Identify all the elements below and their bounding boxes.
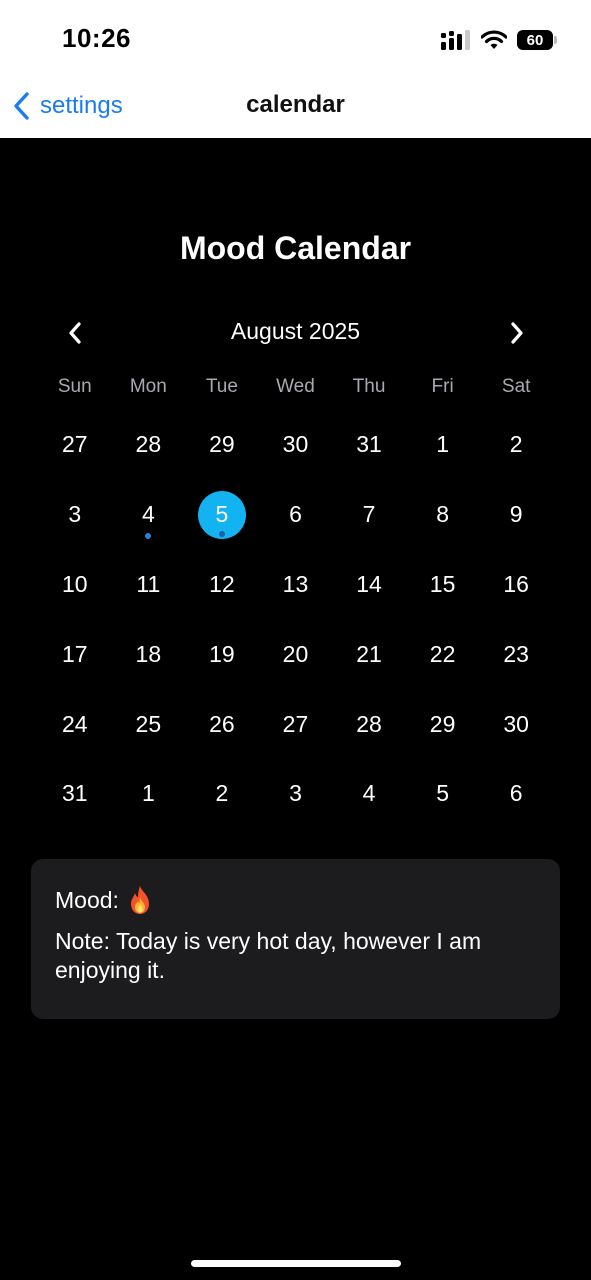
day-cell[interactable]: 2 [185,759,259,829]
day-cell[interactable]: 31 [38,759,112,829]
day-cell[interactable]: 2 [479,410,553,480]
nav-title: calendar [246,91,345,118]
day-cell[interactable]: 9 [479,480,553,550]
day-cell[interactable]: 20 [259,619,333,689]
weekday-label: Mon [129,376,167,397]
day-cell[interactable]: 3 [259,759,333,829]
week-row: 17 18 19 20 21 22 23 [38,619,553,689]
day-cell[interactable]: 5 [406,759,480,829]
weekday-label: Sun [57,376,92,397]
day-cell[interactable]: 28 [112,410,186,480]
day-cell[interactable]: 10 [38,550,112,620]
fire-emoji-icon [130,886,149,914]
chevron-right-icon [511,322,523,344]
day-cell[interactable]: 15 [406,550,480,620]
day-cell[interactable]: 29 [406,689,480,759]
mood-line: Mood: [55,885,153,915]
day-cell[interactable]: 16 [479,550,553,620]
day-cell[interactable]: 26 [185,689,259,759]
status-bar: 10:26 60 [0,0,591,75]
weekday-label: Wed [276,376,315,397]
day-cell[interactable]: 24 [38,689,112,759]
day-cell[interactable]: 4 [112,480,186,550]
weekday-label: Tue [205,376,238,397]
week-row: 27 28 29 30 31 1 2 [38,410,553,480]
day-cell[interactable]: 31 [332,410,406,480]
day-cell[interactable]: 30 [479,689,553,759]
day-cell[interactable]: 6 [259,480,333,550]
month-header: August 2025 [0,314,591,354]
day-cell-selected[interactable]: 5 [185,480,259,550]
battery-level: 60 [526,31,544,49]
day-cell[interactable]: 27 [259,689,333,759]
day-cell[interactable]: 3 [38,480,112,550]
day-cell[interactable]: 1 [112,759,186,829]
home-indicator[interactable] [191,1260,401,1267]
cellular-signal-icon [441,30,470,50]
page-title: Mood Calendar [179,230,412,266]
week-row: 31 1 2 3 4 5 6 [38,759,553,829]
weekday-header: Sun Mon Tue Wed Thu Fri Sat [38,376,553,398]
day-cell[interactable]: 4 [332,759,406,829]
day-cell[interactable]: 14 [332,550,406,620]
day-cell[interactable]: 30 [259,410,333,480]
main-content: Mood Calendar August 2025 Sun Mon Tue We… [0,138,591,1280]
day-cell[interactable]: 11 [112,550,186,620]
day-cell[interactable]: 21 [332,619,406,689]
week-row: 3 4 5 6 7 8 9 [38,480,553,550]
day-cell[interactable]: 18 [112,619,186,689]
navigation-bar: settings calendar [0,75,591,138]
calendar-grid: 27 28 29 30 31 1 2 3 4 5 6 7 8 9 10 11 1… [38,410,553,829]
day-cell[interactable]: 23 [479,619,553,689]
wifi-icon [481,30,507,49]
day-cell[interactable]: 7 [332,480,406,550]
day-cell[interactable]: 6 [479,759,553,829]
day-cell[interactable]: 13 [259,550,333,620]
entry-dot [218,530,225,537]
day-cell[interactable]: 27 [38,410,112,480]
day-cell[interactable]: 1 [406,410,480,480]
status-time: 10:26 [62,23,131,53]
day-cell[interactable]: 29 [185,410,259,480]
weekday-label: Fri [431,376,454,397]
day-cell[interactable]: 19 [185,619,259,689]
week-row: 24 25 26 27 28 29 30 [38,689,553,759]
mood-card: Mood: Note: Today is very hot day, howev… [31,859,560,1019]
next-month-button[interactable] [502,318,532,348]
entry-dot [145,532,152,539]
day-cell[interactable]: 17 [38,619,112,689]
status-icons: 60 [441,28,557,52]
day-cell[interactable]: 28 [332,689,406,759]
day-cell[interactable]: 22 [406,619,480,689]
weekday-label: Sat [501,376,531,397]
mood-label: Mood: [55,886,119,913]
battery-icon: 60 [517,30,557,50]
day-cell[interactable]: 12 [185,550,259,620]
week-row: 10 11 12 13 14 15 16 [38,550,553,620]
day-cell[interactable]: 25 [112,689,186,759]
mood-note: Note: Today is very hot day, however I a… [55,928,482,983]
day-cell[interactable]: 8 [406,480,480,550]
weekday-label: Thu [352,376,386,397]
